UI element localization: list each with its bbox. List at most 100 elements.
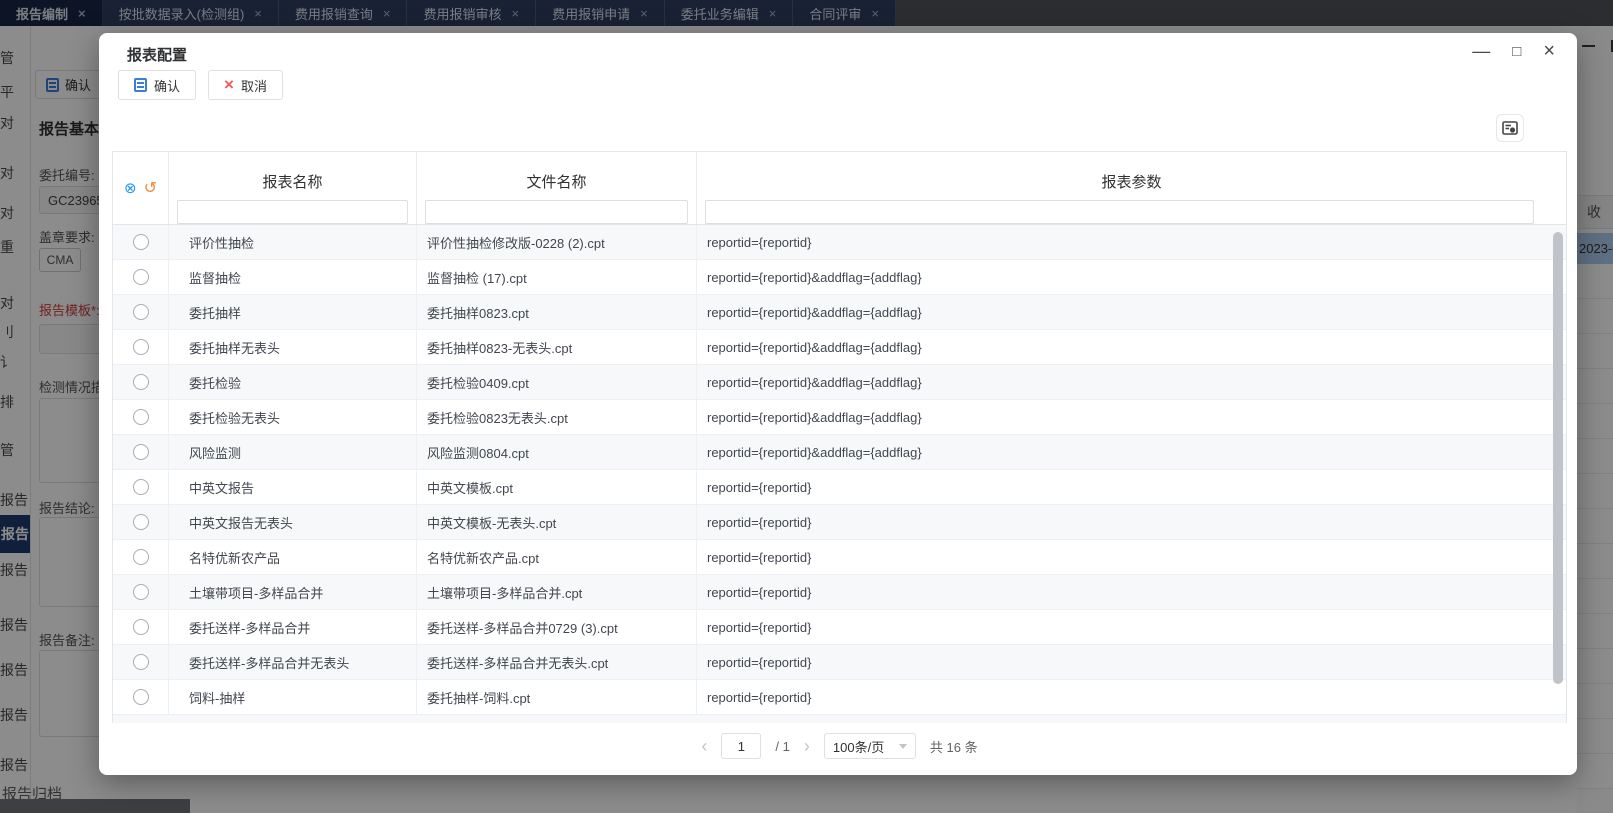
pagination-bar: ‹ / 1 › 100条/页 共 16 条 xyxy=(112,729,1567,763)
report-params-cell: reportid={reportid} xyxy=(697,470,1566,504)
table-row[interactable]: 饲料-抽样 委托抽样-饲料.cpt reportid={reportid} xyxy=(113,680,1566,715)
page-number-input[interactable] xyxy=(721,733,761,759)
row-radio[interactable] xyxy=(133,479,149,495)
table-scrollbar[interactable] xyxy=(1552,230,1564,716)
table-header: ⊗ ↺ 报表名称 文件名称 报表参数 xyxy=(113,152,1566,225)
reset-filter-icon[interactable]: ↺ xyxy=(144,178,157,198)
column-title: 报表参数 xyxy=(697,152,1566,194)
header-report-name: 报表名称 xyxy=(169,152,417,224)
chevron-down-icon xyxy=(899,744,907,749)
report-name-cell: 中英文报告无表头 xyxy=(169,505,417,539)
column-title: 报表名称 xyxy=(169,152,416,194)
dialog-toolbar: 确认 × 取消 xyxy=(118,70,283,100)
report-name-cell: 风险监测 xyxy=(169,435,417,469)
report-params-cell: reportid={reportid} xyxy=(697,680,1566,714)
table-row[interactable]: 名特优新农产品 名特优新农产品.cpt reportid={reportid} xyxy=(113,540,1566,575)
table-row[interactable]: 中英文报告无表头 中英文模板-无表头.cpt reportid={reporti… xyxy=(113,505,1566,540)
header-file-name: 文件名称 xyxy=(417,152,697,224)
maximize-icon[interactable]: □ xyxy=(1512,43,1521,60)
next-page-icon[interactable]: › xyxy=(804,737,810,755)
file-name-cell: 中英文模板.cpt xyxy=(417,470,697,504)
row-radio[interactable] xyxy=(133,584,149,600)
scrollbar-thumb[interactable] xyxy=(1553,232,1563,684)
file-name-cell: 名特优新农产品.cpt xyxy=(417,540,697,574)
cancel-button[interactable]: × 取消 xyxy=(208,70,283,100)
row-radio[interactable] xyxy=(133,234,149,250)
header-report-params: 报表参数 xyxy=(697,152,1566,224)
row-radio[interactable] xyxy=(133,409,149,425)
row-radio[interactable] xyxy=(133,269,149,285)
file-name-filter-input[interactable] xyxy=(425,200,688,224)
file-name-cell: 委托抽样0823-无表头.cpt xyxy=(417,330,697,364)
report-name-filter-input[interactable] xyxy=(177,200,408,224)
report-params-cell: reportid={reportid} xyxy=(697,225,1566,259)
row-radio[interactable] xyxy=(133,304,149,320)
file-name-cell: 中英文模板-无表头.cpt xyxy=(417,505,697,539)
report-params-cell: reportid={reportid} xyxy=(697,610,1566,644)
row-radio[interactable] xyxy=(133,444,149,460)
table-row[interactable]: 中英文报告 中英文模板.cpt reportid={reportid} xyxy=(113,470,1566,505)
prev-page-icon[interactable]: ‹ xyxy=(701,737,707,755)
report-params-cell: reportid={reportid}&addflag={addflag} xyxy=(697,435,1566,469)
report-name-cell: 委托检验无表头 xyxy=(169,400,417,434)
file-name-cell: 评价性抽检修改版-0228 (2).cpt xyxy=(417,225,697,259)
file-name-cell: 监督抽检 (17).cpt xyxy=(417,260,697,294)
cancel-button-label: 取消 xyxy=(241,76,267,95)
column-title: 文件名称 xyxy=(417,152,696,194)
table-row[interactable]: 评价性抽检 评价性抽检修改版-0228 (2).cpt reportid={re… xyxy=(113,225,1566,260)
row-radio[interactable] xyxy=(133,339,149,355)
page-size-value: 100条/页 xyxy=(833,737,884,756)
row-radio[interactable] xyxy=(133,549,149,565)
row-radio[interactable] xyxy=(133,689,149,705)
file-name-cell: 委托抽样0823.cpt xyxy=(417,295,697,329)
dialog-title: 报表配置 xyxy=(127,44,187,65)
cancel-x-icon: × xyxy=(224,78,234,92)
table-row[interactable]: 委托检验 委托检验0409.cpt reportid={reportid}&ad… xyxy=(113,365,1566,400)
row-radio[interactable] xyxy=(133,374,149,390)
table-body: 评价性抽检 评价性抽检修改版-0228 (2).cpt reportid={re… xyxy=(113,225,1566,715)
close-icon[interactable]: × xyxy=(1543,43,1555,59)
report-params-filter-input[interactable] xyxy=(705,200,1534,224)
row-radio[interactable] xyxy=(133,619,149,635)
table-row[interactable]: 委托抽样无表头 委托抽样0823-无表头.cpt reportid={repor… xyxy=(113,330,1566,365)
report-name-cell: 委托送样-多样品合并无表头 xyxy=(169,645,417,679)
confirm-button-label: 确认 xyxy=(154,76,180,95)
report-params-cell: reportid={reportid} xyxy=(697,645,1566,679)
report-name-cell: 评价性抽检 xyxy=(169,225,417,259)
clear-filter-icon[interactable]: ⊗ xyxy=(124,179,137,197)
column-settings-button[interactable] xyxy=(1496,114,1524,142)
table-row[interactable]: 委托送样-多样品合并无表头 委托送样-多样品合并无表头.cpt reportid… xyxy=(113,645,1566,680)
report-params-cell: reportid={reportid}&addflag={addflag} xyxy=(697,330,1566,364)
report-name-cell: 中英文报告 xyxy=(169,470,417,504)
table-row[interactable]: 监督抽检 监督抽检 (17).cpt reportid={reportid}&a… xyxy=(113,260,1566,295)
report-params-cell: reportid={reportid} xyxy=(697,505,1566,539)
report-params-cell: reportid={reportid} xyxy=(697,540,1566,574)
confirm-button[interactable]: 确认 xyxy=(118,70,196,100)
total-count-label: 共 16 条 xyxy=(930,737,978,756)
row-radio[interactable] xyxy=(133,514,149,530)
report-name-cell: 委托送样-多样品合并 xyxy=(169,610,417,644)
table-row[interactable]: 委托送样-多样品合并 委托送样-多样品合并0729 (3).cpt report… xyxy=(113,610,1566,645)
file-name-cell: 委托检验0823无表头.cpt xyxy=(417,400,697,434)
dialog-window-controls: — □ × xyxy=(1472,41,1555,61)
page-size-select[interactable]: 100条/页 xyxy=(824,733,916,759)
row-radio[interactable] xyxy=(133,654,149,670)
report-params-cell: reportid={reportid}&addflag={addflag} xyxy=(697,400,1566,434)
total-pages-label: / 1 xyxy=(775,739,789,754)
report-name-cell: 土壤带项目-多样品合并 xyxy=(169,575,417,609)
table-settings-icon xyxy=(1502,120,1518,136)
file-name-cell: 土壤带项目-多样品合并.cpt xyxy=(417,575,697,609)
table-row[interactable]: 土壤带项目-多样品合并 土壤带项目-多样品合并.cpt reportid={re… xyxy=(113,575,1566,610)
report-name-cell: 名特优新农产品 xyxy=(169,540,417,574)
file-name-cell: 委托抽样-饲料.cpt xyxy=(417,680,697,714)
table-row[interactable]: 委托抽样 委托抽样0823.cpt reportid={reportid}&ad… xyxy=(113,295,1566,330)
minimize-icon[interactable]: — xyxy=(1472,44,1490,58)
file-name-cell: 委托检验0409.cpt xyxy=(417,365,697,399)
report-params-cell: reportid={reportid}&addflag={addflag} xyxy=(697,365,1566,399)
table-row[interactable]: 风险监测 风险监测0804.cpt reportid={reportid}&ad… xyxy=(113,435,1566,470)
report-name-cell: 监督抽检 xyxy=(169,260,417,294)
report-params-cell: reportid={reportid}&addflag={addflag} xyxy=(697,260,1566,294)
table-row[interactable]: 委托检验无表头 委托检验0823无表头.cpt reportid={report… xyxy=(113,400,1566,435)
report-config-dialog: 报表配置 — □ × 确认 × 取消 xyxy=(99,33,1577,775)
partial-row xyxy=(113,715,1566,723)
